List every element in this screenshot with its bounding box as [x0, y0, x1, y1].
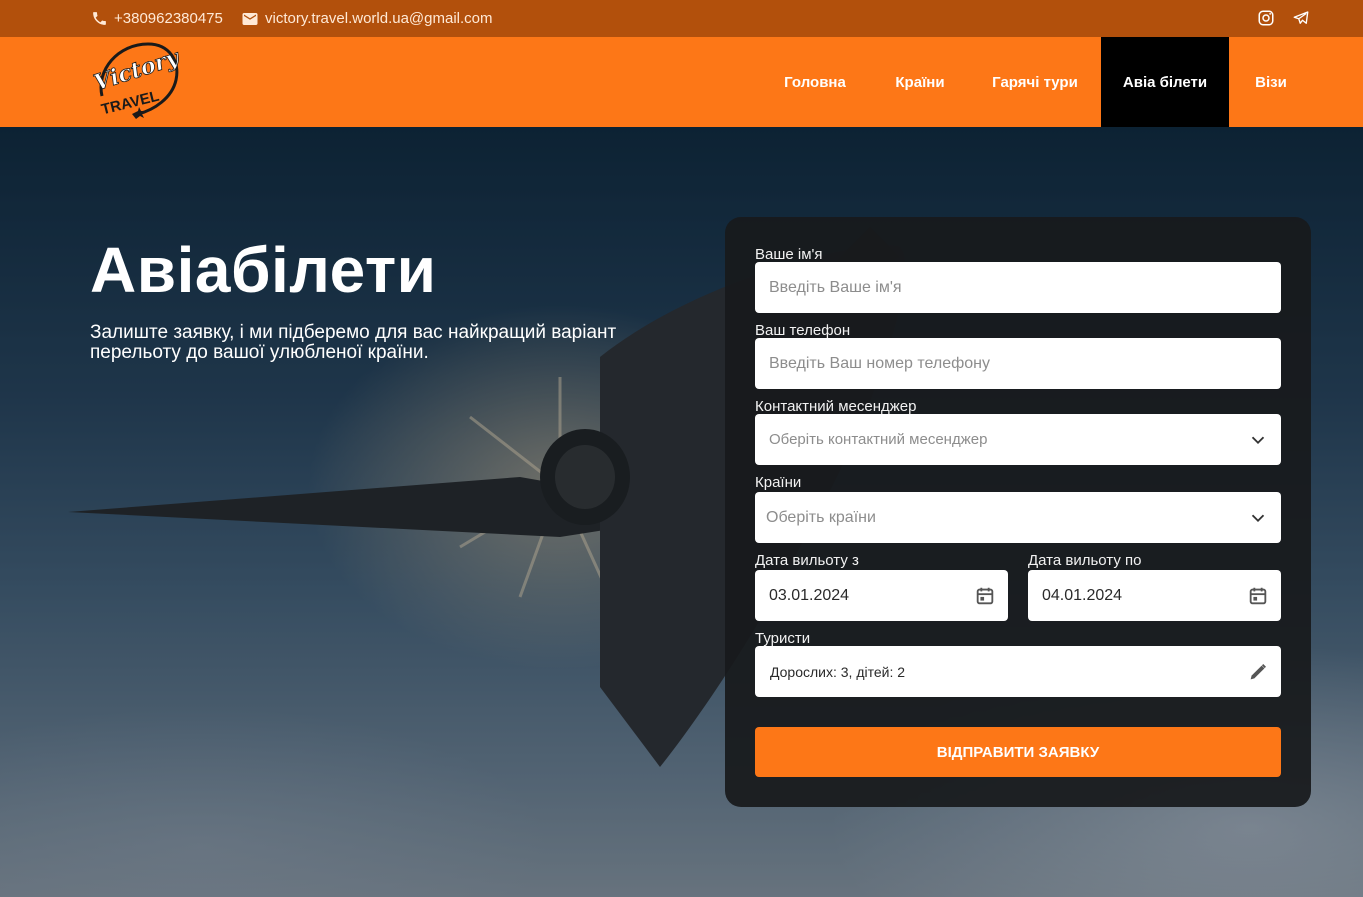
date-from-input[interactable]: 03.01.2024 — [755, 570, 1008, 621]
tourists-label: Туристи — [755, 630, 811, 647]
top-bar: +380962380475 victory.travel.world.ua@gm… — [0, 0, 1363, 37]
email-text: victory.travel.world.ua@gmail.com — [265, 10, 493, 27]
name-input[interactable]: Введіть Ваше ім'я — [755, 262, 1281, 313]
date-to-label: Дата вильоту по — [1028, 552, 1142, 569]
date-from-label: Дата вильоту з — [755, 552, 859, 569]
nav-item-visas[interactable]: Візи — [1229, 37, 1313, 127]
phone-contact[interactable]: +380962380475 — [91, 0, 223, 37]
tourists-input[interactable]: Дорослих: 3, дітей: 2 — [755, 646, 1281, 697]
mail-icon — [242, 12, 258, 25]
date-to-value: 04.01.2024 — [1042, 586, 1123, 604]
messenger-select[interactable]: Оберіть контактний месенджер — [755, 414, 1281, 465]
name-placeholder: Введіть Ваше ім'я — [769, 278, 902, 296]
phone-input[interactable]: Введіть Ваш номер телефону — [755, 338, 1281, 389]
chevron-down-icon — [1251, 436, 1265, 445]
pencil-icon[interactable] — [1247, 661, 1269, 683]
phone-text: +380962380475 — [114, 10, 223, 27]
date-from-value: 03.01.2024 — [769, 586, 850, 604]
date-to-input[interactable]: 04.01.2024 — [1028, 570, 1281, 621]
calendar-icon[interactable] — [974, 585, 996, 607]
messenger-placeholder: Оберіть контактний месенджер — [769, 431, 988, 448]
nav-item-air-tickets[interactable]: Авіа білети — [1101, 37, 1229, 127]
phone-label: Ваш телефон — [755, 322, 851, 339]
phone-icon — [93, 12, 106, 25]
countries-select[interactable]: Оберіть країни — [755, 492, 1281, 543]
phone-placeholder: Введіть Ваш номер телефону — [769, 354, 991, 372]
nav-item-home[interactable]: Головна — [762, 37, 868, 127]
name-label: Ваше ім'я — [755, 246, 823, 263]
nav-item-hot-tours[interactable]: Гарячі тури — [970, 37, 1100, 127]
telegram-icon[interactable] — [1291, 8, 1311, 28]
svg-text:Victory: Victory — [91, 44, 184, 96]
page-subtitle: Залиште заявку, і ми підберемо для вас н… — [90, 322, 617, 363]
nav-item-countries[interactable]: Країни — [870, 37, 970, 127]
countries-label: Країни — [755, 474, 802, 491]
logo[interactable]: Victory TRAVEL — [88, 40, 185, 124]
email-contact[interactable]: victory.travel.world.ua@gmail.com — [241, 0, 493, 37]
submit-button[interactable]: ВІДПРАВИТИ ЗАЯВКУ — [755, 727, 1281, 777]
tourists-value: Дорослих: 3, дітей: 2 — [770, 663, 906, 680]
countries-placeholder: Оберіть країни — [766, 508, 876, 526]
instagram-icon[interactable] — [1256, 8, 1276, 28]
calendar-icon[interactable] — [1247, 585, 1269, 607]
chevron-down-icon — [1251, 514, 1265, 523]
messenger-label: Контактний месенджер — [755, 398, 917, 415]
page-title: Авіабілети — [90, 234, 437, 306]
